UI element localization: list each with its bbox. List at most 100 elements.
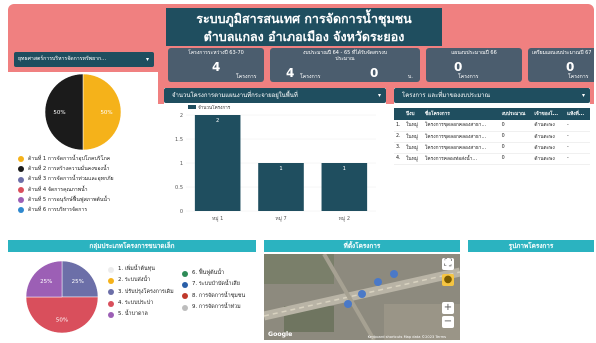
table-row[interactable]: 3. ในหมู่ โครงการขุดลอกคลองสาธา... 0 ด้านตะพ… bbox=[394, 142, 590, 154]
legend-swatch bbox=[108, 277, 114, 284]
y-tick-label: 0.5 bbox=[175, 185, 183, 191]
table-cell: ในหมู่ bbox=[404, 131, 423, 143]
photo-panel-header: รูปภาพโครงการ bbox=[468, 240, 594, 252]
strategy-legend: ด้านที่ 1 การจัดการน้ำอุปโภคบริโภคด้านที… bbox=[18, 154, 114, 215]
legend-swatch bbox=[108, 300, 114, 307]
group-pie-chart: 25% 50% 25% bbox=[25, 260, 99, 334]
table-cell: ในหมู่ bbox=[404, 142, 423, 154]
fullscreen-icon[interactable]: ⛶ bbox=[442, 258, 454, 270]
bar-chart-header[interactable]: จำนวนโครงการตามแผนงานที่กระจายอยู่ในพื้น… bbox=[164, 88, 386, 103]
table-header-row: ปีงบ ชื่อโครงการ งบประมาณ เจ้าของโ... แห้งที… bbox=[394, 108, 590, 120]
table-cell: - bbox=[564, 153, 590, 165]
kpi-unit-baht: บ. bbox=[408, 74, 413, 80]
kpi-value: 4 bbox=[212, 60, 221, 74]
legend-swatch bbox=[18, 166, 24, 173]
strategy-selector[interactable]: ยุทธศาสตร์การบริหารจัดการทรัพยาก... ▾ bbox=[14, 52, 154, 67]
table-row[interactable]: 4. ในหมู่ โครงการคลองท่อส่งน้ำ... 0 ด้านตะพง… bbox=[394, 153, 590, 165]
legend-label: ด้านที่ 2 การสร้างความมั่นคงของน้ำ bbox=[28, 166, 110, 173]
bar[interactable] bbox=[194, 115, 241, 211]
table-cell: - bbox=[564, 142, 590, 154]
table-cell: 0 bbox=[499, 120, 533, 132]
map-panel-header: ที่ตั้งโครงการ bbox=[264, 240, 460, 252]
legend-swatch bbox=[18, 186, 24, 193]
zoom-out-button[interactable]: − bbox=[442, 316, 454, 328]
legend-item: ด้านที่ 1 การจัดการน้ำอุปโภคบริโภค bbox=[18, 154, 114, 164]
kpi-unit: โครงการ bbox=[458, 74, 479, 80]
x-tick-label: หมู่ 7 bbox=[275, 216, 286, 222]
legend-label: 2. ระบบส่งน้ำ bbox=[118, 277, 151, 284]
pie-slice-label: 50% bbox=[100, 110, 112, 116]
street-view-icon[interactable]: ● bbox=[442, 274, 454, 286]
page-title: ระบบภูมิสารสนเทศ การจัดการน้ำชุมชน bbox=[196, 11, 412, 26]
legend-swatch bbox=[18, 196, 24, 203]
y-tick-label: 2 bbox=[180, 113, 183, 119]
table-header-bar[interactable]: โครงการ และที่มาของงบประมาณ ▾ bbox=[394, 88, 590, 103]
strategy-selector-value: ยุทธศาสตร์การบริหารจัดการทรัพยาก... bbox=[18, 56, 107, 62]
legend-item: 7. ระบบบำบัดน้ำเสีย bbox=[182, 279, 245, 290]
strategy-pie-chart: 50% 50% bbox=[44, 73, 122, 151]
kpi-label: งบประมาณปี 64 - 65 ที่ได้รับจัดสรรงบประม… bbox=[302, 50, 388, 62]
kpi-label: เตรียมแผนงบประมาณปี 67 bbox=[532, 50, 592, 56]
kpi-value: 4 bbox=[286, 66, 295, 80]
legend-swatch bbox=[18, 176, 24, 183]
legend-label: 5. น้ำบาดาล bbox=[118, 311, 148, 318]
table-cell: 0 bbox=[499, 153, 533, 165]
table-row[interactable]: 1. ในหมู่ โครงการขุดลอกคลองสาธา... 0 ด้านตะพ… bbox=[394, 120, 590, 132]
bar-data-label: 1 bbox=[279, 166, 282, 172]
google-logo: Google bbox=[268, 331, 293, 338]
zoom-in-button[interactable]: + bbox=[442, 302, 454, 314]
pie-slice-label: 25% bbox=[72, 279, 84, 285]
kpi-value: 0 bbox=[454, 60, 463, 74]
bar-chart: จำนวนโครงการ 0 0.5 1 1.5 2 2 หมู่ 1 1 หมู่ 7 1 หมู่… bbox=[175, 104, 376, 222]
kpi-card-plan-66: แผนงบประมาณปี 66 0 โครงการ bbox=[426, 48, 522, 82]
chevron-down-icon: ▾ bbox=[581, 92, 585, 99]
pie-slice[interactable] bbox=[25, 296, 99, 334]
legend-label: 9. การจัดการน้ำท่วม bbox=[192, 303, 241, 310]
kpi-unit: โครงการ bbox=[300, 74, 321, 80]
legend-swatch bbox=[108, 266, 114, 273]
legend-label: 7. ระบบบำบัดน้ำเสีย bbox=[192, 281, 240, 288]
legend-label: จำนวนโครงการ bbox=[198, 104, 231, 111]
pie-slice-label: 50% bbox=[53, 110, 65, 116]
legend-item: ด้านที่ 2 การสร้างความมั่นคงของน้ำ bbox=[18, 164, 114, 174]
table-cell: ด้านตะพง bbox=[532, 131, 565, 143]
table-cell: 0 bbox=[499, 131, 533, 143]
legend-item: ด้านที่ 6 การบริหารจัดการ bbox=[18, 205, 114, 215]
page-subtitle: ตำบลแกลง อำเภอเมือง จังหวัดระยอง bbox=[203, 29, 405, 44]
kpi-label: โครงการระหว่างปี 63-70 bbox=[188, 50, 244, 56]
table-column-header[interactable]: งบประมาณ bbox=[499, 108, 533, 120]
project-map[interactable]: ⛶ ● + − Google Keyboard shortcuts Map da… bbox=[264, 254, 460, 340]
legend-item: 3. ปรับปรุงโครงการเดิม bbox=[108, 287, 174, 298]
kpi-card-plan-67: เตรียมแผนงบประมาณปี 67 0 โครงการ bbox=[528, 48, 594, 82]
legend-label: ด้านที่ 3 การจัดการน้ำท่วมและอุทกภัย bbox=[28, 176, 114, 183]
table-cell: - bbox=[564, 131, 590, 143]
pie-slice-label: 50% bbox=[56, 317, 68, 323]
legend-swatch bbox=[182, 270, 188, 277]
table-cell: ในหมู่ bbox=[404, 153, 423, 165]
kpi-value-budget: 0 bbox=[370, 66, 379, 80]
group-panel-header: กลุ่มประเภทโครงการขนาดเล็ก bbox=[8, 240, 256, 252]
table-title: โครงการ และที่มาของงบประมาณ bbox=[402, 92, 491, 99]
legend-swatch bbox=[182, 281, 188, 288]
table-column-header[interactable]: ชื่อโครงการ bbox=[422, 108, 500, 120]
map-footer[interactable]: Keyboard shortcuts Map data ©2023 Terms bbox=[368, 335, 446, 339]
satellite-imagery bbox=[264, 254, 460, 340]
table-cell: โครงการขุดลอกคลองสาธา... bbox=[422, 120, 500, 132]
table-cell: ด้านตะพง bbox=[532, 153, 565, 165]
table-column-header[interactable]: ปีงบ bbox=[404, 108, 423, 120]
strategy-pie-panel: 50% 50% ด้านที่ 1 การจัดการน้ำอุปโภคบริโภ… bbox=[8, 72, 158, 240]
legend-swatch bbox=[18, 156, 24, 163]
table-column-header[interactable]: แห้งที่... bbox=[564, 108, 590, 120]
legend-swatch bbox=[188, 105, 196, 109]
legend-label: 6. ฟื้นฟูต้นน้ำ bbox=[192, 270, 225, 276]
table-column-header[interactable]: เจ้าของโ... bbox=[532, 108, 565, 120]
project-table: ปีงบ ชื่อโครงการ งบประมาณ เจ้าของโ... แห้งที… bbox=[394, 108, 590, 165]
table-cell: 0 bbox=[499, 142, 533, 154]
kpi-label: แผนงบประมาณปี 66 bbox=[451, 50, 497, 56]
y-tick-label: 0 bbox=[180, 209, 183, 215]
table-row[interactable]: 2. ในหมู่ โครงการขุดลอกคลองสาธา... 0 ด้านตะพ… bbox=[394, 131, 590, 143]
bar-data-label: 1 bbox=[343, 166, 346, 172]
x-tick-label: หมู่ 2 bbox=[339, 216, 350, 222]
table-cell: 3. bbox=[394, 142, 405, 154]
table-column-header[interactable] bbox=[394, 108, 405, 120]
